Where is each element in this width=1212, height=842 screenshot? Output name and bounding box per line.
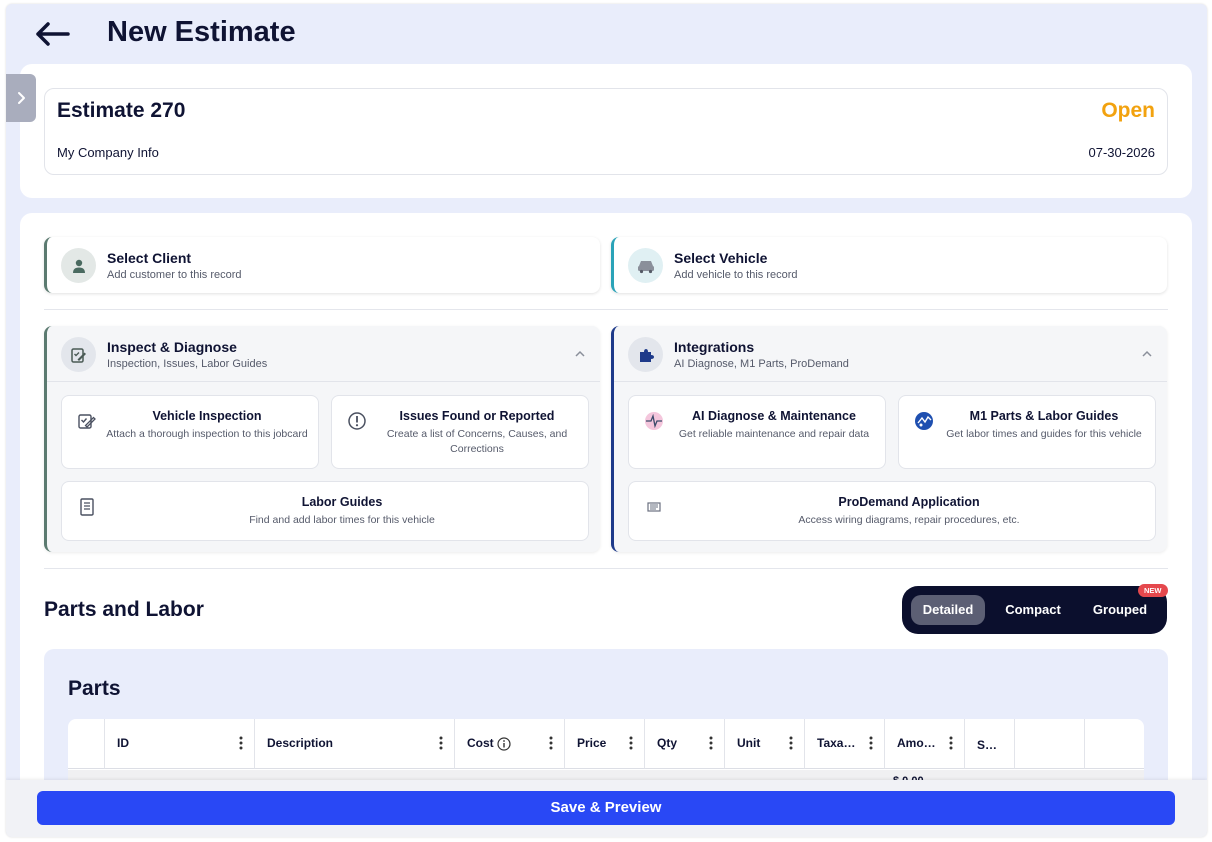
inspect-diagnose-title: Inspect & Diagnose [107, 339, 237, 355]
column-header-amount[interactable]: Amo… [885, 719, 965, 769]
column-label: Amo… [897, 736, 936, 750]
sidebar-toggle-button[interactable] [6, 74, 36, 122]
inspect-diagnose-subtitle: Inspection, Issues, Labor Guides [107, 358, 268, 370]
kebab-menu-icon[interactable] [868, 735, 874, 751]
issues-found-subtitle: Create a list of Concerns, Causes, and C… [386, 428, 568, 455]
divider [44, 568, 1168, 569]
inspect-diagnose-header[interactable]: Inspect & Diagnose Inspection, Issues, L… [47, 326, 600, 382]
back-button[interactable] [34, 18, 74, 50]
integrations-title: Integrations [674, 339, 755, 355]
kebab-menu-icon[interactable] [238, 735, 244, 751]
top-bar: New Estimate [6, 4, 1207, 64]
kebab-menu-icon[interactable] [708, 735, 714, 751]
view-grouped-button[interactable]: Grouped [1082, 595, 1158, 625]
ai-diagnose-subtitle: Get reliable maintenance and repair data [678, 428, 870, 440]
select-vehicle-subtitle: Add vehicle to this record [674, 269, 798, 281]
select-client-subtitle: Add customer to this record [107, 269, 242, 281]
m1-parts-title: M1 Parts & Labor Guides [969, 409, 1119, 423]
vehicle-inspection-title: Vehicle Inspection [152, 409, 262, 423]
integrations-subtitle: AI Diagnose, M1 Parts, ProDemand [674, 358, 849, 370]
select-vehicle-title: Select Vehicle [674, 250, 768, 266]
new-badge: NEW [1138, 584, 1168, 597]
column-header-description[interactable]: Description [255, 719, 455, 769]
kebab-menu-icon[interactable] [628, 735, 634, 751]
vehicle-inspection-tile[interactable]: Vehicle Inspection Attach a thorough ins… [61, 395, 319, 469]
labor-guides-tile[interactable]: Labor Guides Find and add labor times fo… [61, 481, 589, 541]
kebab-menu-icon[interactable] [788, 735, 794, 751]
arrow-left-icon [36, 22, 70, 46]
view-compact-button[interactable]: Compact [995, 595, 1071, 625]
ai-diagnose-icon [643, 410, 665, 432]
column-header-qty[interactable]: Qty [645, 719, 725, 769]
column-label: S… [977, 738, 998, 752]
info-icon[interactable] [497, 737, 511, 751]
column-label: Description [267, 736, 334, 750]
car-icon [628, 248, 663, 283]
column-header-unit[interactable]: Unit [725, 719, 805, 769]
issues-found-tile[interactable]: Issues Found or Reported Create a list o… [331, 395, 589, 469]
kebab-menu-icon[interactable] [948, 735, 954, 751]
column-label: Taxa… [817, 736, 856, 750]
labor-guides-subtitle: Find and add labor times for this vehicl… [249, 514, 435, 526]
prodemand-icon [643, 496, 665, 518]
divider [44, 309, 1168, 310]
column-label: Cost [467, 736, 494, 750]
checklist-edit-icon [76, 410, 98, 432]
m1-parts-subtitle: Get labor times and guides for this vehi… [946, 428, 1142, 440]
column-header-actions [1085, 719, 1144, 769]
page-title: New Estimate [107, 16, 296, 48]
integrations-panel: Integrations AI Diagnose, M1 Parts, ProD… [611, 326, 1167, 552]
status-badge: Open [1101, 99, 1155, 122]
prodemand-tile[interactable]: ProDemand Application Access wiring diag… [628, 481, 1156, 541]
ai-diagnose-title: AI Diagnose & Maintenance [692, 409, 856, 423]
m1-globe-icon [913, 410, 935, 432]
select-column-header[interactable] [68, 719, 105, 769]
column-label: Unit [737, 736, 761, 750]
view-toggle: Detailed Compact Grouped NEW [902, 584, 1168, 634]
bottom-action-bar: Save & Preview [6, 780, 1207, 837]
column-header-empty [1015, 719, 1085, 769]
person-icon [61, 248, 96, 283]
prodemand-title: ProDemand Application [838, 495, 980, 509]
alert-circle-icon [346, 410, 368, 432]
column-header-status[interactable]: S… [965, 719, 1015, 769]
m1-parts-tile[interactable]: M1 Parts & Labor Guides Get labor times … [898, 395, 1156, 469]
column-header-taxable[interactable]: Taxa… [805, 719, 885, 769]
column-label: Qty [657, 736, 678, 750]
inspect-icon [61, 337, 96, 372]
estimate-summary: Estimate 270 Open My Company Info 07-30-… [44, 88, 1168, 175]
parts-labor-title: Parts and Labor [44, 598, 204, 621]
chevron-up-icon[interactable] [1141, 348, 1153, 360]
labor-guides-title: Labor Guides [301, 495, 383, 509]
column-label: Price [577, 736, 607, 750]
company-info: My Company Info [57, 145, 159, 160]
select-client-title: Select Client [107, 250, 192, 266]
view-detailed-button[interactable]: Detailed [911, 595, 985, 625]
parts-title: Parts [68, 677, 121, 700]
column-header-id[interactable]: ID [105, 719, 255, 769]
estimate-date: 07-30-2026 [1088, 145, 1156, 160]
select-vehicle-card[interactable]: Select Vehicle Add vehicle to this recor… [611, 237, 1167, 293]
estimate-title: Estimate 270 [57, 99, 186, 122]
main-card: Select Client Add customer to this recor… [20, 213, 1192, 837]
kebab-menu-icon[interactable] [438, 735, 444, 751]
inspect-diagnose-panel: Inspect & Diagnose Inspection, Issues, L… [44, 326, 600, 552]
column-header-cost[interactable]: Cost [455, 719, 565, 769]
column-header-price[interactable]: Price [565, 719, 645, 769]
chevron-right-icon [18, 92, 25, 104]
integrations-header[interactable]: Integrations AI Diagnose, M1 Parts, ProD… [614, 326, 1167, 382]
column-label: ID [117, 736, 129, 750]
book-icon [76, 496, 98, 518]
estimate-card: Estimate 270 Open My Company Info 07-30-… [20, 64, 1192, 198]
select-client-card[interactable]: Select Client Add customer to this recor… [44, 237, 600, 293]
save-preview-button[interactable]: Save & Preview [37, 791, 1175, 825]
chevron-up-icon[interactable] [574, 348, 586, 360]
ai-diagnose-tile[interactable]: AI Diagnose & Maintenance Get reliable m… [628, 395, 886, 469]
kebab-menu-icon[interactable] [548, 735, 554, 751]
app-frame: New Estimate Estimate 270 Open My Compan… [6, 4, 1207, 837]
puzzle-icon [628, 337, 663, 372]
prodemand-subtitle: Access wiring diagrams, repair procedure… [798, 514, 1020, 526]
issues-found-title: Issues Found or Reported [399, 409, 555, 423]
vehicle-inspection-subtitle: Attach a thorough inspection to this job… [106, 428, 308, 440]
